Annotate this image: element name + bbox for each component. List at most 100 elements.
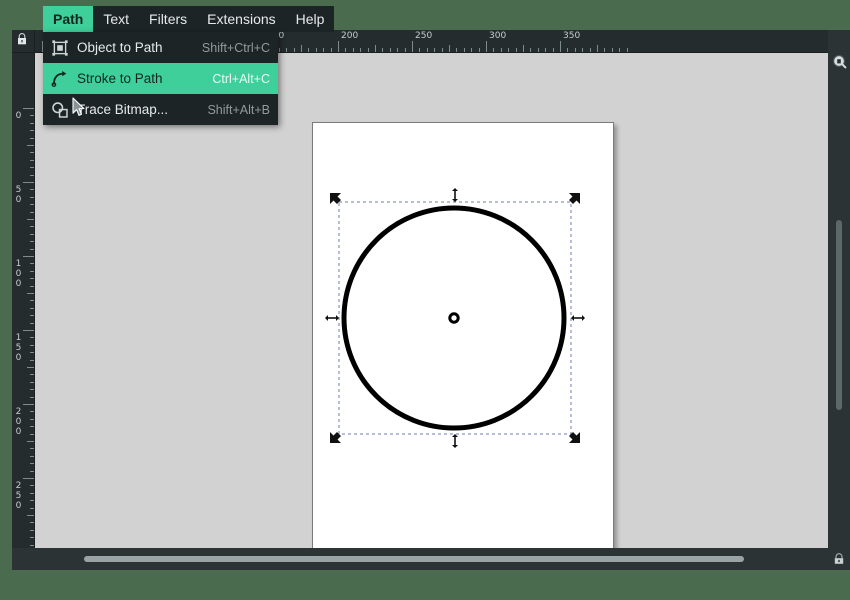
- menubar-item-label: Path: [53, 11, 84, 27]
- horizontal-scrollbar[interactable]: [34, 548, 828, 570]
- ruler-tick: [30, 344, 34, 346]
- ruler-tick: [463, 48, 465, 52]
- menubar-item-filters[interactable]: Filters: [139, 6, 198, 32]
- ruler-tick: [345, 48, 347, 52]
- ruler-tick: [449, 45, 450, 52]
- ruler-tick: [412, 41, 413, 52]
- ruler-tick: [30, 241, 34, 243]
- ruler-tick: [30, 159, 34, 161]
- ruler-tick: [27, 145, 34, 146]
- menu-item-trace-bitmap[interactable]: Trace Bitmap... Shift+Alt+B: [43, 94, 278, 125]
- ruler-tick: [30, 204, 34, 206]
- menu-item-object-to-path[interactable]: Object to Path Shift+Ctrl+C: [43, 32, 278, 63]
- desktop-background: 050100150200250300350 050100150200250300: [0, 0, 850, 600]
- ruler-tick: [27, 219, 34, 220]
- ruler-tick: [27, 293, 34, 294]
- ruler-label: 50: [15, 185, 22, 205]
- ruler-label: 250: [15, 481, 22, 511]
- ruler-tick: [589, 48, 591, 52]
- ruler-tick: [30, 307, 34, 309]
- ruler-tick: [30, 285, 34, 287]
- ruler-tick: [315, 48, 317, 52]
- ruler-tick: [30, 300, 34, 302]
- menu-item-label: Object to Path: [77, 40, 163, 55]
- ruler-tick: [471, 48, 473, 52]
- ruler-tick: [30, 115, 34, 117]
- menubar-item-help[interactable]: Help: [285, 6, 335, 32]
- vertical-scrollbar[interactable]: [828, 52, 850, 548]
- ruler-tick: [352, 48, 354, 52]
- ruler-tick: [500, 48, 502, 52]
- ruler-tick: [545, 48, 547, 52]
- ruler-tick: [30, 263, 34, 265]
- menubar-item-extensions[interactable]: Extensions: [197, 6, 286, 32]
- ruler-label: 200: [341, 31, 359, 41]
- ruler-tick: [27, 367, 34, 368]
- path-dropdown-menu[interactable]: Object to Path Shift+Ctrl+C Stroke to Pa…: [43, 32, 278, 125]
- stroke-to-path-icon: [51, 70, 69, 88]
- ruler-tick: [30, 322, 34, 324]
- ruler-tick: [30, 411, 34, 413]
- lock-icon: [18, 33, 26, 45]
- ruler-tick: [419, 48, 421, 52]
- ruler-tick: [30, 529, 34, 531]
- ruler-tick: [367, 48, 369, 52]
- ruler-tick: [30, 448, 34, 450]
- drawing-canvas[interactable]: [34, 52, 828, 548]
- scroll-corner-lock-button[interactable]: [828, 548, 850, 570]
- menubar-item-label: Extensions: [207, 11, 276, 27]
- ruler-tick: [27, 441, 34, 442]
- ruler-corner-lock-button[interactable]: [12, 30, 35, 53]
- ruler-label: 250: [415, 31, 433, 41]
- menu-item-stroke-to-path[interactable]: Stroke to Path Ctrl+Alt+C: [43, 63, 278, 94]
- ruler-tick: [360, 48, 362, 52]
- menu-bar[interactable]: Path Text Filters Extensions Help: [43, 6, 335, 32]
- ruler-tick: [493, 48, 495, 52]
- horizontal-scrollbar-thumb[interactable]: [84, 556, 744, 562]
- ruler-tick: [23, 256, 34, 257]
- ruler-tick: [30, 233, 34, 235]
- ruler-tick: [27, 515, 34, 516]
- ruler-tick: [301, 45, 302, 52]
- ruler-tick: [30, 426, 34, 428]
- lock-icon: [834, 553, 844, 564]
- ruler-tick: [30, 492, 34, 494]
- menubar-item-label: Text: [103, 11, 130, 27]
- ruler-tick: [30, 226, 34, 228]
- document-page[interactable]: [312, 122, 614, 548]
- menubar-item-path[interactable]: Path: [43, 6, 94, 32]
- ruler-tick: [30, 152, 34, 154]
- ruler-tick: [456, 48, 458, 52]
- ruler-tick: [330, 48, 332, 52]
- ruler-tick: [30, 189, 34, 191]
- ruler-tick: [23, 330, 34, 331]
- ruler-tick: [515, 48, 517, 52]
- menubar-item-label: Help: [295, 11, 325, 27]
- ruler-label: 350: [563, 31, 581, 41]
- ruler-label: 0: [15, 111, 22, 121]
- ruler-tick: [278, 48, 280, 52]
- ruler-tick: [30, 137, 34, 139]
- ruler-tick: [478, 48, 480, 52]
- ruler-tick: [30, 278, 34, 280]
- ruler-tick: [30, 270, 34, 272]
- menubar-item-text[interactable]: Text: [93, 6, 140, 32]
- ruler-label: 100: [15, 259, 22, 289]
- zoom-lock-icon[interactable]: [832, 54, 847, 69]
- menu-item-shortcut: Ctrl+Alt+C: [212, 71, 270, 86]
- ruler-tick: [30, 381, 34, 383]
- ruler-tick: [30, 507, 34, 509]
- ruler-tick: [597, 45, 598, 52]
- ruler-tick: [530, 48, 532, 52]
- ruler-tick: [30, 485, 34, 487]
- ruler-tick: [611, 48, 613, 52]
- vertical-scrollbar-thumb[interactable]: [836, 220, 842, 410]
- ruler-tick: [574, 48, 576, 52]
- ruler-tick: [30, 396, 34, 398]
- ruler-tick: [30, 352, 34, 354]
- ruler-tick: [286, 48, 288, 52]
- ruler-tick: [30, 211, 34, 213]
- ruler-tick: [30, 374, 34, 376]
- object-to-path-icon: [51, 39, 69, 57]
- vertical-ruler[interactable]: 050100150200250300: [12, 52, 35, 548]
